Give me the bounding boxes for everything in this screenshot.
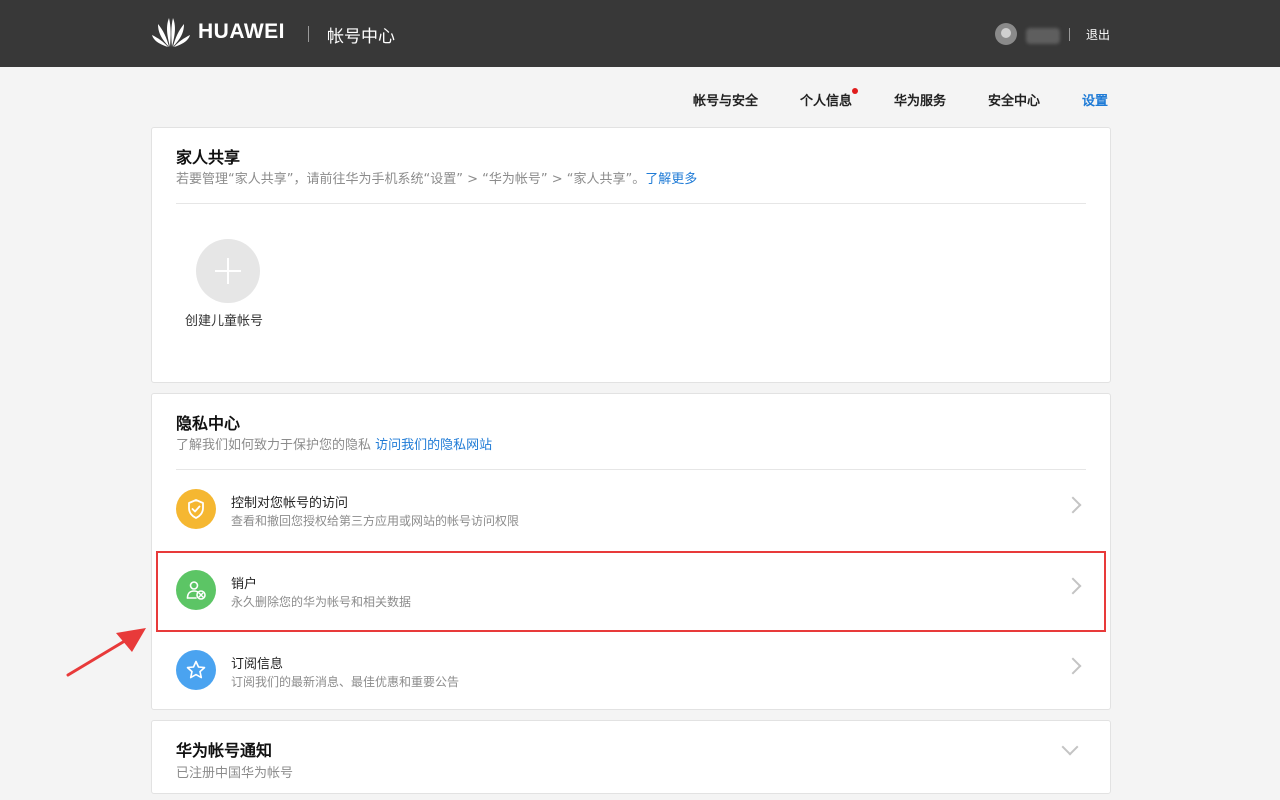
list-item-account-access[interactable]: 控制对您帐号的访问 查看和撤回您授权给第三方应用或网站的帐号访问权限 <box>153 470 1109 548</box>
notification-subtitle: 已注册中国华为帐号 <box>176 766 294 781</box>
family-sharing-title: 家人共享 <box>176 148 241 167</box>
brand-name: HUAWEI <box>198 20 285 43</box>
nav-account-security[interactable]: 帐号与安全 <box>693 90 758 109</box>
username-redacted[interactable] <box>1026 28 1060 44</box>
privacy-text: 了解我们如何致力于保护您的隐私 <box>176 438 372 453</box>
notification-dot <box>852 88 859 94</box>
nav-personal-info-label: 个人信息 <box>800 94 853 109</box>
notification-title: 华为帐号通知 <box>176 741 273 760</box>
chevron-down-icon[interactable] <box>1061 738 1079 756</box>
family-sharing-card: 家人共享 若要管理“家人共享”，请前往华为手机系统“设置” > “华为帐号” >… <box>151 127 1111 383</box>
privacy-center-subtitle: 了解我们如何致力于保护您的隐私 访问我们的隐私网站 <box>176 434 492 453</box>
row-description: 查看和撤回您授权给第三方应用或网站的帐号访问权限 <box>231 514 520 528</box>
logout-link[interactable]: 退出 <box>1086 26 1110 43</box>
top-bar: HUAWEI 帐号中心 退出 <box>0 0 1280 67</box>
add-child-account-label[interactable]: 创建儿童帐号 <box>185 310 263 329</box>
header-divider <box>308 26 309 42</box>
nav-security-center[interactable]: 安全中心 <box>988 90 1040 109</box>
nav-personal-info[interactable]: 个人信息 <box>800 88 859 109</box>
family-sharing-text: 若要管理“家人共享”，请前往华为手机系统“设置” > “华为帐号” > “家人共… <box>176 172 646 187</box>
row-description: 订阅我们的最新消息、最佳优惠和重要公告 <box>231 675 460 689</box>
highlight-box <box>156 551 1106 632</box>
huawei-petal-icon <box>152 18 190 47</box>
star-icon <box>176 650 216 690</box>
learn-more-link[interactable]: 了解更多 <box>645 172 697 187</box>
nav-huawei-services[interactable]: 华为服务 <box>894 90 946 109</box>
chevron-right-icon <box>1064 657 1082 675</box>
page-title: 帐号中心 <box>327 27 395 47</box>
row-title: 控制对您帐号的访问 <box>231 496 349 511</box>
privacy-center-title: 隐私中心 <box>176 414 241 433</box>
row-title: 订阅信息 <box>231 657 284 672</box>
arrow-icon <box>66 628 146 677</box>
shield-check-icon <box>176 489 216 529</box>
huawei-logo[interactable]: HUAWEI <box>151 15 285 49</box>
add-child-account-button[interactable] <box>196 239 260 303</box>
family-sharing-subtitle: 若要管理“家人共享”，请前往华为手机系统“设置” > “华为帐号” > “家人共… <box>176 168 697 187</box>
avatar[interactable] <box>995 23 1017 45</box>
list-item-subscriptions[interactable]: 订阅信息 订阅我们的最新消息、最佳优惠和重要公告 <box>153 631 1109 709</box>
account-notification-card[interactable]: 华为帐号通知 已注册中国华为帐号 <box>151 720 1111 794</box>
divider <box>176 203 1086 204</box>
nav-settings[interactable]: 设置 <box>1082 90 1108 109</box>
chevron-right-icon <box>1064 496 1082 514</box>
privacy-website-link[interactable]: 访问我们的隐私网站 <box>375 438 492 453</box>
user-divider <box>1069 28 1070 41</box>
